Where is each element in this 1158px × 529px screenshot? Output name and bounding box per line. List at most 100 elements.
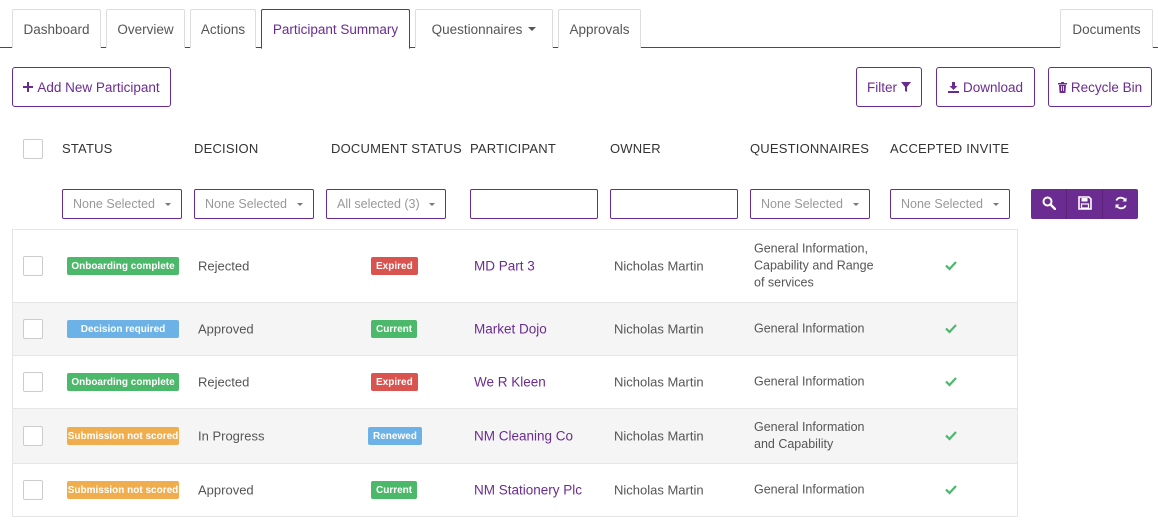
save-icon [1077, 195, 1092, 213]
refresh-button[interactable] [1103, 189, 1138, 219]
tab-bar: Dashboard Overview Actions Participant S… [0, 0, 1158, 49]
document-status-badge: Expired [371, 257, 418, 275]
decision-cell: Rejected [198, 374, 250, 390]
select-all-checkbox[interactable] [23, 139, 43, 159]
table-row[interactable]: Submission not scored In Progress Renewe… [13, 409, 1017, 464]
tab-actions[interactable]: Actions [190, 9, 256, 48]
refresh-icon [1114, 196, 1128, 213]
tab-label: Questionnaires [431, 21, 523, 37]
check-icon [945, 322, 957, 337]
table-row[interactable]: Onboarding complete Rejected Expired MD … [13, 230, 1017, 303]
participant-link[interactable]: Market Dojo [474, 322, 547, 337]
participant-filter-input[interactable] [470, 189, 598, 219]
participant-link[interactable]: NM Cleaning Co [474, 429, 573, 444]
document-status-badge: Renewed [368, 427, 422, 445]
column-header-questionnaires[interactable]: QUESTIONNAIRES [750, 141, 869, 156]
column-header-status[interactable]: STATUS [62, 141, 113, 156]
participant-link[interactable]: NM Stationery Plc [474, 483, 582, 498]
check-icon [945, 259, 957, 274]
participant-link[interactable]: We R Kleen [474, 375, 546, 390]
check-icon [945, 483, 957, 498]
filter-action-group [1031, 189, 1138, 219]
accepted-invite-filter-select[interactable]: None Selected [890, 189, 1010, 219]
questionnaires-line: Capability and Range [754, 258, 874, 273]
document-status-badge: Current [371, 481, 418, 499]
document-status-badge: Current [371, 320, 418, 338]
participants-table: Onboarding complete Rejected Expired MD … [12, 229, 1018, 517]
table-row[interactable]: Submission not scored Approved Current N… [13, 464, 1017, 517]
download-label: Download [962, 79, 1024, 95]
tab-questionnaires[interactable]: Questionnaires [415, 9, 553, 48]
chevron-down-icon [853, 203, 859, 206]
column-header-owner[interactable]: OWNER [610, 141, 661, 156]
chevron-down-icon [993, 203, 999, 206]
row-checkbox[interactable] [23, 319, 43, 339]
decision-filter-value: None Selected [205, 197, 288, 211]
filter-label: Filter [867, 79, 897, 95]
decision-cell: Rejected [198, 258, 250, 274]
tab-approvals[interactable]: Approvals [558, 9, 641, 48]
search-button[interactable] [1031, 189, 1067, 219]
owner-cell: Nicholas Martin [614, 321, 704, 337]
column-header-document-status[interactable]: DOCUMENT STATUS [331, 141, 462, 156]
chevron-down-icon [165, 203, 171, 206]
questionnaires-filter-select[interactable]: None Selected [750, 189, 870, 219]
questionnaires-cell: General Information [754, 482, 864, 499]
status-badge: Submission not scored [67, 427, 179, 445]
questionnaires-cell: General Information [754, 321, 864, 338]
owner-cell: Nicholas Martin [614, 428, 704, 444]
funnel-icon [901, 82, 911, 92]
questionnaires-line: of services [754, 275, 814, 290]
row-checkbox[interactable] [23, 372, 43, 392]
decision-cell: Approved [198, 321, 254, 337]
decision-filter-select[interactable]: None Selected [194, 189, 314, 219]
chevron-down-icon [528, 27, 537, 31]
download-icon [947, 81, 959, 93]
decision-cell: In Progress [198, 428, 265, 444]
column-header-participant[interactable]: PARTICIPANT [470, 141, 556, 156]
save-button[interactable] [1067, 189, 1103, 219]
add-participant-label: Add New Participant [37, 79, 160, 95]
table-row[interactable]: Onboarding complete Rejected Expired We … [13, 356, 1017, 409]
status-filter-select[interactable]: None Selected [62, 189, 182, 219]
questionnaires-line: General Information [754, 374, 865, 389]
questionnaires-line: and Capability [754, 437, 834, 451]
document-status-filter-select[interactable]: All selected (3) [326, 189, 446, 219]
document-status-filter-value: All selected (3) [337, 197, 420, 211]
status-badge: Submission not scored [67, 481, 179, 499]
accepted-invite-filter-value: None Selected [901, 197, 984, 211]
chevron-down-icon [429, 203, 435, 206]
row-checkbox[interactable] [23, 480, 43, 500]
table-row[interactable]: Decision required Approved Current Marke… [13, 303, 1017, 356]
document-status-badge: Expired [371, 373, 418, 391]
owner-cell: Nicholas Martin [614, 374, 704, 390]
questionnaires-cell: General Information, Capability and Rang… [754, 241, 874, 292]
participant-link[interactable]: MD Part 3 [474, 259, 535, 274]
recycle-bin-button[interactable]: Recycle Bin [1048, 67, 1152, 107]
plus-icon [23, 82, 34, 92]
add-participant-button[interactable]: Add New Participant [12, 67, 171, 107]
row-checkbox[interactable] [23, 426, 43, 446]
column-header-accepted-invite[interactable]: ACCEPTED INVITE [890, 141, 1009, 156]
download-button[interactable]: Download [936, 67, 1035, 107]
owner-cell: Nicholas Martin [614, 482, 704, 498]
search-icon [1042, 196, 1056, 213]
questionnaires-line: General Information, [754, 241, 868, 256]
tab-label: Approvals [569, 21, 630, 37]
filter-button[interactable]: Filter [856, 67, 922, 107]
tab-label: Overview [117, 21, 174, 37]
tab-participant-summary[interactable]: Participant Summary [261, 9, 410, 49]
status-badge: Onboarding complete [67, 257, 179, 275]
check-icon [945, 429, 957, 444]
questionnaires-line: General Information [754, 420, 865, 434]
row-checkbox[interactable] [23, 256, 43, 276]
questionnaires-filter-value: None Selected [761, 197, 844, 211]
tab-documents[interactable]: Documents [1060, 9, 1153, 48]
check-icon [945, 375, 957, 390]
status-badge: Decision required [67, 320, 179, 338]
owner-filter-input[interactable] [610, 189, 738, 219]
tab-dashboard[interactable]: Dashboard [12, 9, 101, 48]
column-header-decision[interactable]: DECISION [194, 141, 258, 156]
questionnaires-cell: General Information [754, 374, 864, 391]
tab-overview[interactable]: Overview [106, 9, 185, 48]
